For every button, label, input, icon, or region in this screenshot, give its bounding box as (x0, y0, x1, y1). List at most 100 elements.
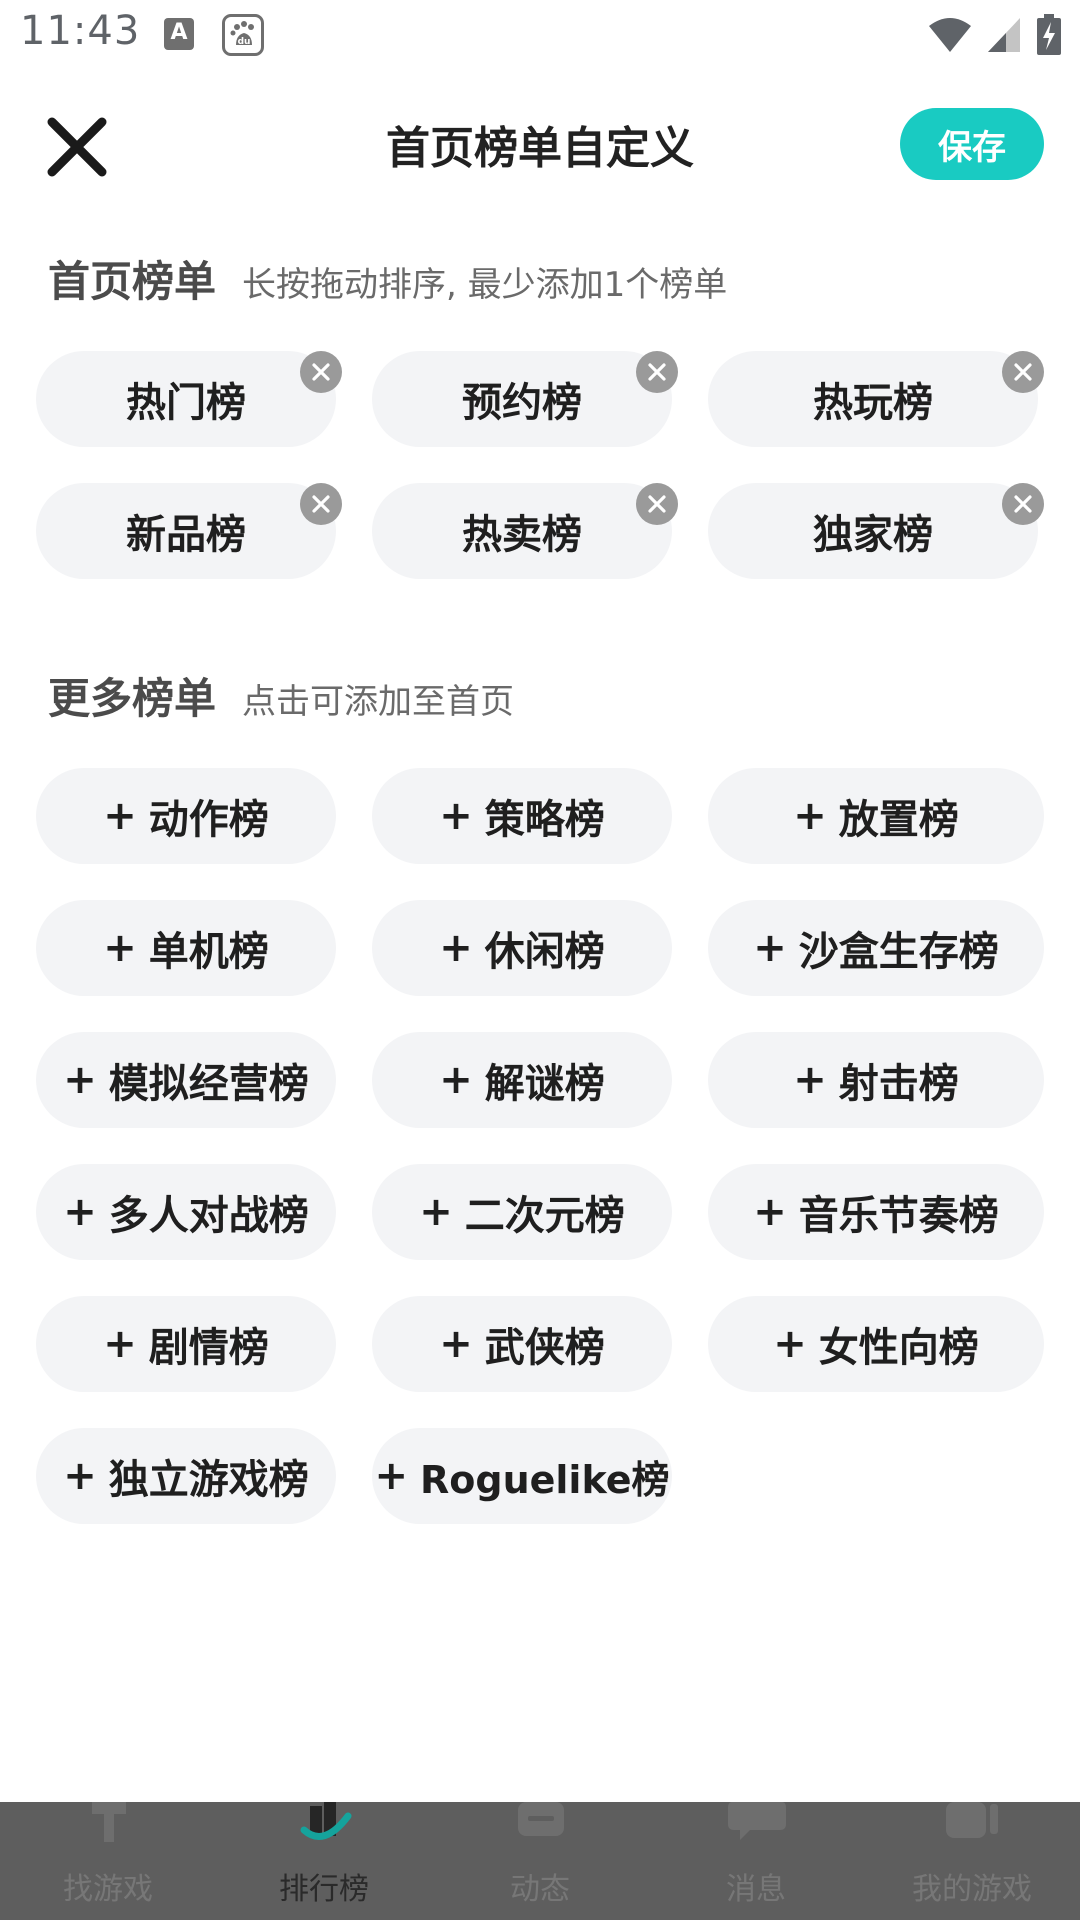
home-chip[interactable]: 热玩榜 (708, 351, 1038, 447)
chip-label: 模拟经营榜 (108, 1061, 309, 1107)
feed-icon (518, 1802, 564, 1836)
status-time: 11:43 (20, 8, 141, 54)
remove-icon[interactable] (636, 483, 678, 525)
nav-label: 找游戏 (63, 1872, 153, 1907)
chip-label: Roguelike榜 (420, 1457, 670, 1502)
add-chip[interactable]: + 放置榜 (708, 768, 1044, 864)
chip-label: 二次元榜 (464, 1193, 625, 1239)
signal-icon (988, 18, 1020, 52)
chip-label: 女性向榜 (818, 1325, 979, 1371)
plus-icon: + (439, 1057, 473, 1103)
add-chip[interactable]: + 多人对战榜 (36, 1164, 336, 1260)
home-chip[interactable]: 独家榜 (708, 483, 1038, 579)
add-chip[interactable]: + 剧情榜 (36, 1296, 336, 1392)
plus-icon: + (103, 925, 137, 971)
add-chip[interactable]: + 音乐节奏榜 (708, 1164, 1044, 1260)
chip-label: 策略榜 (484, 797, 605, 843)
nav-item-message[interactable]: 消息 (648, 1802, 864, 1920)
chip-label: 多人对战榜 (108, 1193, 309, 1239)
add-chip[interactable]: + 射击榜 (708, 1032, 1044, 1128)
message-icon (728, 1802, 786, 1840)
more-section-header: 更多榜单 点击可添加至首页 (48, 665, 514, 726)
home-section-hint: 长按拖动排序, 最少添加1个榜单 (242, 265, 728, 305)
add-chip[interactable]: + 休闲榜 (372, 900, 672, 996)
chip-label: 单机榜 (148, 929, 269, 975)
add-chip[interactable]: + Roguelike榜 (372, 1428, 672, 1524)
chip-label: 剧情榜 (148, 1325, 269, 1371)
plus-icon: + (374, 1453, 409, 1499)
wifi-icon (929, 18, 971, 52)
add-chip[interactable]: + 女性向榜 (708, 1296, 1044, 1392)
add-chip[interactable]: + 独立游戏榜 (36, 1428, 336, 1524)
notification-a-icon: A (164, 18, 194, 50)
add-chip[interactable]: + 动作榜 (36, 768, 336, 864)
home-chip[interactable]: 新品榜 (36, 483, 336, 579)
plus-icon: + (103, 1321, 137, 1367)
plus-icon: + (439, 925, 473, 971)
nav-item-find-game[interactable]: 找游戏 (0, 1802, 216, 1920)
baidu-notification-icon: du (222, 14, 264, 56)
ranking-icon (300, 1802, 352, 1840)
plus-icon: + (63, 1453, 97, 1499)
remove-icon[interactable] (1002, 483, 1044, 525)
add-chip[interactable]: + 模拟经营榜 (36, 1032, 336, 1128)
status-bar: 11:43 A du (0, 0, 1080, 72)
chip-label: 预约榜 (462, 380, 582, 426)
add-chip[interactable]: + 策略榜 (372, 768, 672, 864)
add-chip[interactable]: + 沙盒生存榜 (708, 900, 1044, 996)
chip-label: 独立游戏榜 (108, 1457, 309, 1503)
svg-text:du: du (238, 37, 251, 47)
remove-icon[interactable] (1002, 351, 1044, 393)
add-chip[interactable]: + 二次元榜 (372, 1164, 672, 1260)
chip-label: 热玩榜 (813, 380, 933, 426)
chip-label: 放置榜 (838, 797, 959, 843)
add-chip[interactable]: + 武侠榜 (372, 1296, 672, 1392)
plus-icon: + (793, 1057, 827, 1103)
chip-label: 沙盒生存榜 (798, 929, 999, 975)
plus-icon: + (63, 1057, 97, 1103)
nav-label: 动态 (510, 1872, 570, 1907)
chip-label: 射击榜 (838, 1061, 959, 1107)
plus-icon: + (439, 1321, 473, 1367)
add-chip[interactable]: + 解谜榜 (372, 1032, 672, 1128)
chip-label: 独家榜 (813, 512, 933, 558)
plus-icon: + (419, 1189, 453, 1235)
chip-label: 动作榜 (148, 797, 269, 843)
more-section-title: 更多榜单 (48, 674, 217, 723)
nav-label: 消息 (726, 1872, 786, 1907)
remove-icon[interactable] (300, 351, 342, 393)
home-chip[interactable]: 热门榜 (36, 351, 336, 447)
plus-icon: + (439, 793, 473, 839)
remove-icon[interactable] (300, 483, 342, 525)
nav-label: 排行榜 (279, 1872, 369, 1907)
remove-icon[interactable] (636, 351, 678, 393)
bottom-nav: 找游戏 排行榜 动态 消息 我的游戏 (0, 1802, 1080, 1920)
chip-label: 热门榜 (126, 380, 246, 426)
chip-label: 新品榜 (126, 512, 246, 558)
home-chip[interactable]: 热卖榜 (372, 483, 672, 579)
more-section-hint: 点击可添加至首页 (242, 682, 515, 722)
add-chip[interactable]: + 单机榜 (36, 900, 336, 996)
my-games-icon (946, 1802, 998, 1838)
home-section-header: 首页榜单 长按拖动排序, 最少添加1个榜单 (48, 248, 727, 309)
plus-icon: + (103, 793, 137, 839)
screen: 11:43 A du 首页榜单自定义 保存 首页榜单 长按拖动排序, 最少添加1… (0, 0, 1080, 1920)
save-button[interactable]: 保存 (900, 108, 1044, 180)
plus-icon: + (753, 925, 787, 971)
nav-item-ranking[interactable]: 排行榜 (216, 1802, 432, 1920)
nav-item-my-games[interactable]: 我的游戏 (864, 1802, 1080, 1920)
chip-label: 音乐节奏榜 (798, 1193, 999, 1239)
plus-icon: + (773, 1321, 807, 1367)
plus-icon: + (63, 1189, 97, 1235)
plus-icon: + (753, 1189, 787, 1235)
chip-label: 休闲榜 (484, 929, 605, 975)
nav-item-feed[interactable]: 动态 (432, 1802, 648, 1920)
chip-label: 解谜榜 (484, 1061, 605, 1107)
nav-label: 我的游戏 (912, 1872, 1032, 1907)
battery-charging-icon (1037, 14, 1061, 55)
home-section-title: 首页榜单 (48, 257, 217, 306)
status-icons (928, 14, 1062, 56)
plus-icon: + (793, 793, 827, 839)
home-chip[interactable]: 预约榜 (372, 351, 672, 447)
find-game-icon (92, 1802, 126, 1842)
